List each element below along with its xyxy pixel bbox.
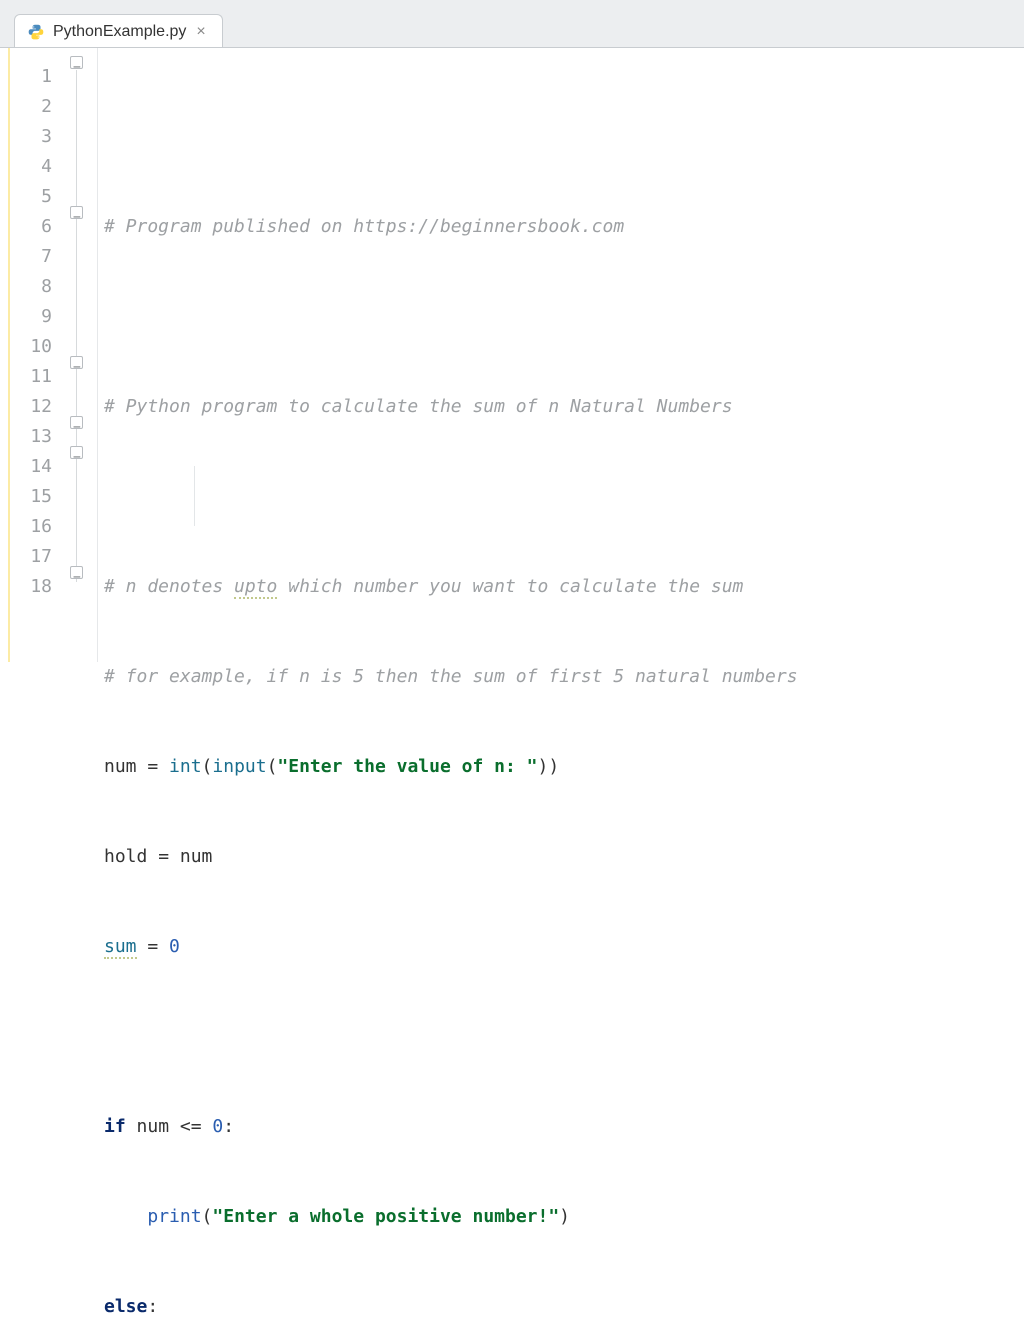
code-line: else:	[104, 1292, 1024, 1322]
close-tab-icon[interactable]: ×	[194, 23, 207, 41]
tab-bar: PythonExample.py ×	[0, 0, 1024, 48]
code-editor[interactable]: 1 2 3 4 5 6 7 8 9 10 11 12 13 14 15 16 1…	[0, 48, 1024, 662]
line-number-gutter: 1 2 3 4 5 6 7 8 9 10 11 12 13 14 15 16 1…	[10, 48, 66, 662]
code-line: print("Enter a whole positive number!")	[104, 1202, 1024, 1232]
line-number: 3	[10, 122, 66, 152]
code-line: # Program published on https://beginners…	[104, 212, 1024, 242]
line-number: 15	[10, 482, 66, 512]
code-line: num = int(input("Enter the value of n: "…	[104, 752, 1024, 782]
fold-toggle-icon[interactable]	[70, 356, 83, 369]
python-file-icon	[27, 23, 45, 41]
line-number: 2	[10, 92, 66, 122]
fold-toggle-icon[interactable]	[70, 446, 83, 459]
code-line	[104, 1022, 1024, 1052]
line-number: 9	[10, 302, 66, 332]
line-number: 7	[10, 242, 66, 272]
line-number: 8	[10, 272, 66, 302]
line-number: 5	[10, 182, 66, 212]
code-line: sum = 0	[104, 932, 1024, 962]
code-line: if num <= 0:	[104, 1112, 1024, 1142]
line-number: 14	[10, 452, 66, 482]
code-line: # Python program to calculate the sum of…	[104, 392, 1024, 422]
fold-gutter	[66, 48, 98, 662]
code-line	[104, 482, 1024, 512]
fold-toggle-icon[interactable]	[70, 566, 83, 579]
line-number: 10	[10, 332, 66, 362]
line-number: 13	[10, 422, 66, 452]
fold-toggle-icon[interactable]	[70, 416, 83, 429]
file-tab-label: PythonExample.py	[53, 23, 186, 41]
code-area[interactable]: # Program published on https://beginners…	[98, 48, 1024, 662]
fold-toggle-icon[interactable]	[70, 206, 83, 219]
line-number: 11	[10, 362, 66, 392]
line-number: 12	[10, 392, 66, 422]
code-line	[104, 302, 1024, 332]
line-number: 17	[10, 542, 66, 572]
file-tab[interactable]: PythonExample.py ×	[14, 14, 223, 47]
line-number: 4	[10, 152, 66, 182]
line-number: 18	[10, 572, 66, 602]
code-line: # n denotes upto which number you want t…	[104, 572, 1024, 602]
code-line: hold = num	[104, 842, 1024, 872]
line-number: 16	[10, 512, 66, 542]
change-marker-strip	[0, 48, 10, 662]
fold-toggle-icon[interactable]	[70, 56, 83, 69]
line-number: 1	[10, 62, 66, 92]
line-number: 6	[10, 212, 66, 242]
code-line: # for example, if n is 5 then the sum of…	[104, 662, 1024, 692]
